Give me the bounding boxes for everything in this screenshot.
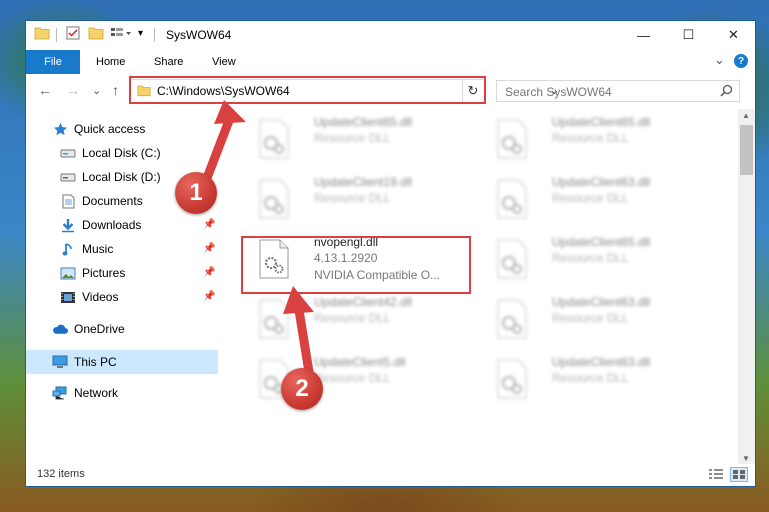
step-1-badge: 1: [175, 172, 217, 214]
annotation-arrows: [202, 100, 314, 377]
step-2-badge: 2: [281, 368, 323, 410]
